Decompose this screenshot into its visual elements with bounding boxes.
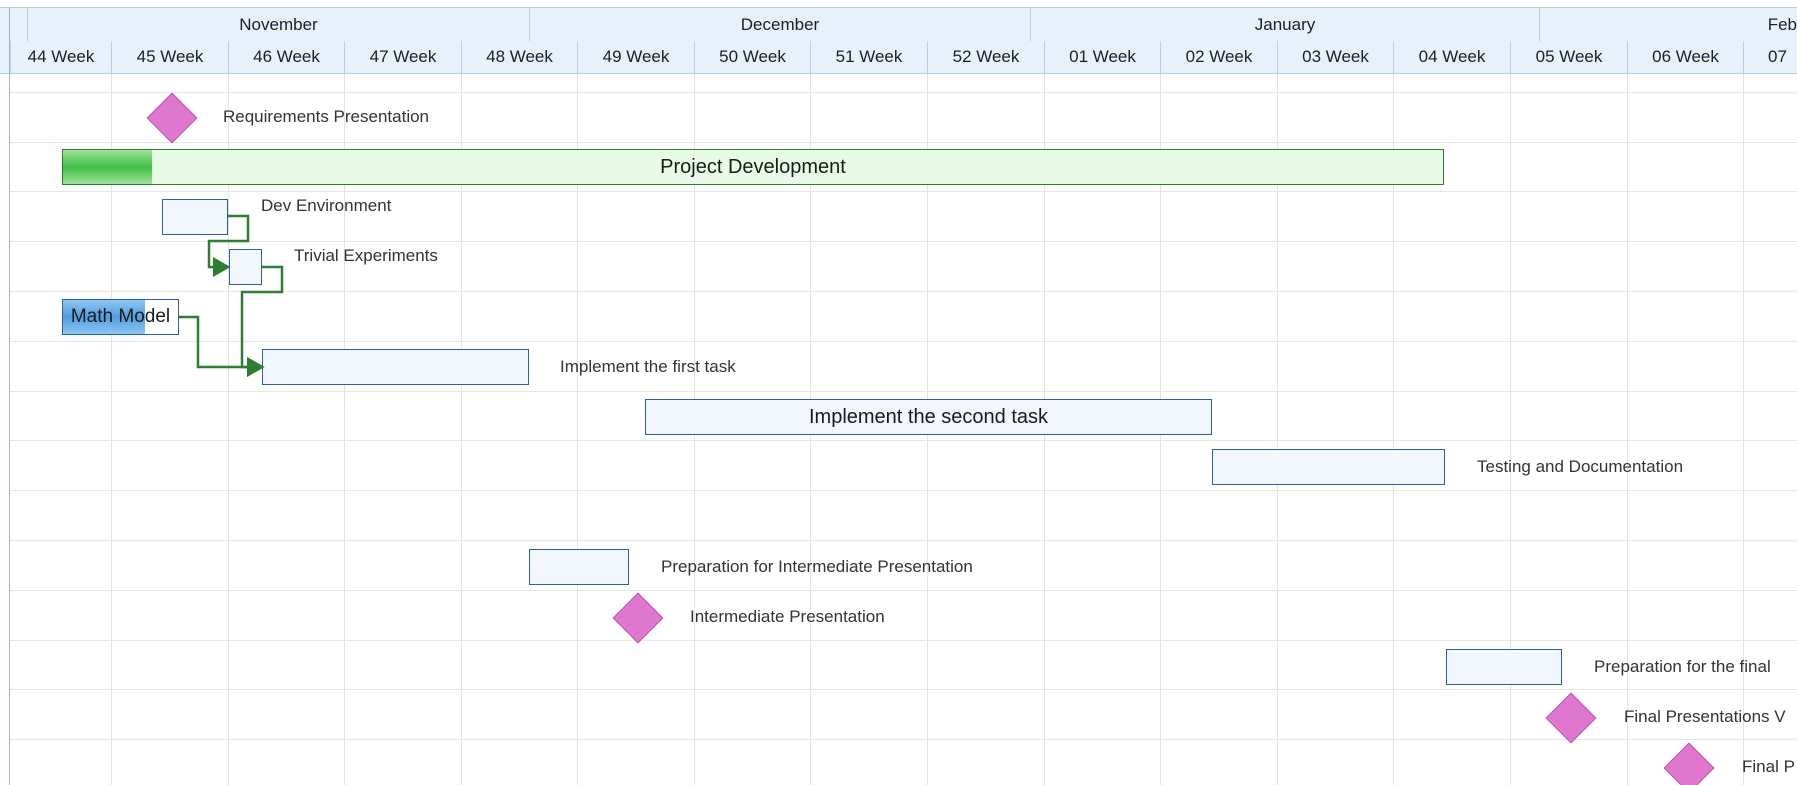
task-label-trivial-experiments: Trivial Experiments	[294, 246, 438, 265]
task-bar-implement-first[interactable]	[262, 349, 529, 385]
week-49: 49 Week	[577, 41, 694, 73]
task-bar-prep-final[interactable]	[1446, 649, 1562, 685]
month-february: Feb	[1539, 8, 1797, 41]
grid-hline	[10, 440, 1797, 441]
gantt-chart: November December January Feb 44 Week 45…	[0, 0, 1797, 785]
week-50: 50 Week	[694, 41, 810, 73]
task-label-math-model: Math Model	[70, 306, 171, 327]
week-header-row: 44 Week 45 Week 46 Week 47 Week 48 Week …	[0, 41, 1797, 74]
grid-hline	[10, 191, 1797, 192]
grid-hline	[10, 640, 1797, 641]
task-label-dev-environment: Dev Environment	[261, 196, 392, 215]
task-bar-dev-environment[interactable]	[162, 199, 228, 235]
task-label-final-presentations: Final Presentations V	[1624, 707, 1786, 726]
month-january: January	[1030, 8, 1539, 41]
task-label-implement-first: Implement the first task	[560, 357, 736, 376]
week-07: 07	[1743, 41, 1797, 73]
month-december: December	[529, 8, 1030, 41]
grid-hline	[10, 92, 1797, 93]
week-01: 01 Week	[1044, 41, 1160, 73]
task-bar-prep-intermediate[interactable]	[529, 549, 629, 585]
week-04: 04 Week	[1393, 41, 1510, 73]
week-46: 46 Week	[228, 41, 344, 73]
week-44: 44 Week	[10, 41, 111, 73]
grid-vline	[1627, 74, 1628, 785]
grid-hline	[10, 391, 1797, 392]
month-header-row: November December January Feb	[0, 7, 1797, 42]
task-label-intermediate-presentation: Intermediate Presentation	[690, 607, 885, 626]
week-02: 02 Week	[1160, 41, 1277, 73]
grid-vline	[1743, 74, 1744, 785]
month-november: November	[27, 8, 529, 41]
week-52: 52 Week	[927, 41, 1044, 73]
grid-hline	[10, 291, 1797, 292]
summary-bar-project-development[interactable]: Project Development	[62, 149, 1444, 185]
task-bar-testing-documentation[interactable]	[1212, 449, 1445, 485]
week-03: 03 Week	[1277, 41, 1393, 73]
grid-hline	[10, 590, 1797, 591]
week-06: 06 Week	[1627, 41, 1743, 73]
task-label-prep-intermediate: Preparation for Intermediate Presentatio…	[661, 557, 973, 576]
grid-hline	[10, 689, 1797, 690]
week-05: 05 Week	[1510, 41, 1627, 73]
task-label-implement-second: Implement the second task	[808, 405, 1048, 428]
task-label-testing-documentation: Testing and Documentation	[1477, 457, 1684, 476]
task-bar-trivial-experiments[interactable]	[229, 249, 262, 285]
task-label-requirements-presentation: Requirements Presentation	[223, 107, 430, 126]
grid-hline	[10, 540, 1797, 541]
week-45: 45 Week	[111, 41, 228, 73]
grid-hline	[10, 739, 1797, 740]
grid-hline	[10, 142, 1797, 143]
week-48: 48 Week	[461, 41, 577, 73]
grid-hline	[10, 490, 1797, 491]
week-47: 47 Week	[344, 41, 461, 73]
task-label-final-last: Final P	[1742, 757, 1795, 776]
task-label-prep-final: Preparation for the final	[1594, 657, 1771, 676]
task-label-project-development: Project Development	[660, 155, 846, 178]
grid-hline	[10, 241, 1797, 242]
week-51: 51 Week	[810, 41, 927, 73]
grid-hline	[10, 341, 1797, 342]
task-bar-implement-second[interactable]: Implement the second task	[645, 399, 1212, 435]
task-bar-math-model[interactable]: Math Model	[62, 299, 179, 335]
